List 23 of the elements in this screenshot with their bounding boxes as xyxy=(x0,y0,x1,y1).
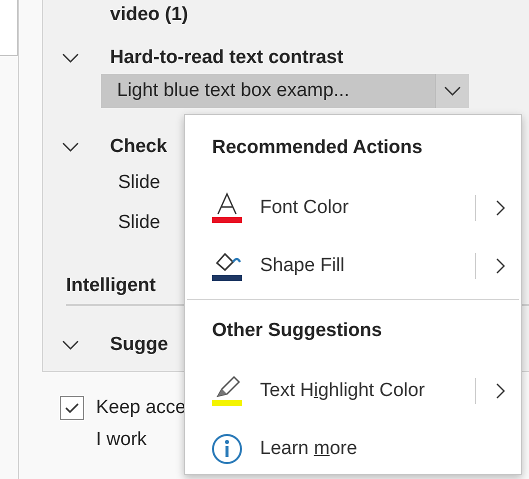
chevron-icon[interactable] xyxy=(62,142,79,152)
menu-item[interactable]: Learn more xyxy=(185,420,521,478)
section-heading: Intelligent xyxy=(66,274,156,298)
checkbox-label[interactable]: Keep acce I work xyxy=(96,392,186,456)
dropdown-button[interactable] xyxy=(435,74,469,108)
tree-group-label: Sugge xyxy=(110,332,168,357)
check-icon xyxy=(65,403,79,413)
menu-section-title: Recommended Actions xyxy=(211,136,424,160)
tree-item[interactable]: Light blue text box examp... xyxy=(101,74,435,108)
checkbox[interactable] xyxy=(60,396,84,420)
chevron-icon[interactable] xyxy=(62,340,79,350)
tree-item[interactable]: Slide xyxy=(118,168,160,198)
menu-item[interactable]: Shape Fill xyxy=(185,237,521,295)
info-icon xyxy=(210,432,244,466)
tree-heading: video (1) xyxy=(110,2,188,27)
tree-item[interactable]: Slide xyxy=(118,208,160,238)
menu-item[interactable]: Text Highlight Color xyxy=(185,362,521,420)
menu-section-title: Other Suggestions xyxy=(211,318,383,343)
tree-group-label: Check xyxy=(110,134,168,159)
chevron-icon xyxy=(444,86,461,96)
tree-group-label: Hard-to-read text contrast xyxy=(110,46,344,70)
menu-item[interactable]: Font Color xyxy=(185,179,521,237)
chevron-icon[interactable] xyxy=(62,53,79,63)
